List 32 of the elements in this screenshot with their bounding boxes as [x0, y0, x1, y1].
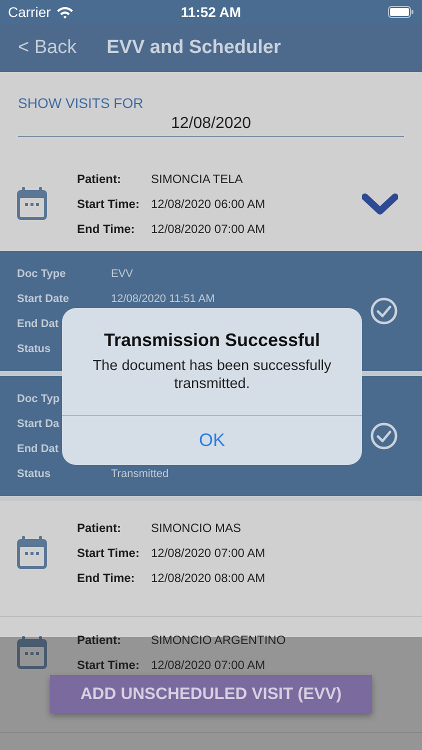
- field-label: Patient:: [77, 632, 122, 646]
- field-label: Start Date: [17, 292, 70, 304]
- filter-label: SHOW VISITS FOR: [18, 95, 144, 111]
- field-label: End Time:: [77, 570, 136, 584]
- clock-time: 11:52 AM: [180, 4, 242, 20]
- field-label: Start Da: [17, 418, 60, 430]
- field-label: Status: [17, 468, 52, 480]
- field-label: Start Time:: [77, 658, 140, 672]
- field-label: End Time:: [77, 222, 136, 236]
- field-label: Start Time:: [77, 196, 140, 210]
- carrier-label: Carrier: [8, 4, 51, 20]
- field-value: 12/08/2020 07:00 AM: [151, 546, 266, 560]
- field-value: 12/08/2020 07:00 AM: [151, 222, 266, 236]
- field-label: Patient:: [77, 172, 122, 186]
- field-label: End Dat: [17, 442, 60, 454]
- screen-title: EVV and Scheduler: [106, 37, 281, 59]
- field-value: 12/08/2020 06:00 AM: [151, 196, 266, 210]
- field-label: Doc Typ: [17, 392, 61, 404]
- alert-title: Transmission Successful: [104, 330, 320, 351]
- field-label: End Dat: [17, 318, 60, 330]
- field-value: 12/08/2020 11:51 AM: [111, 292, 215, 304]
- field-value: Transmitted: [111, 468, 169, 480]
- field-value: SIMONCIO MAS: [151, 520, 242, 534]
- field-label: Start Time:: [77, 546, 140, 560]
- field-value: EVV: [111, 268, 134, 280]
- field-label: Status: [17, 342, 52, 354]
- field-value: SIMONCIA TELA: [151, 172, 243, 186]
- field-label: Patient:: [77, 520, 122, 534]
- field-label: Doc Type: [17, 268, 67, 280]
- field-value: SIMONCIO ARGENTINO: [151, 632, 286, 646]
- field-value: 12/08/2020 08:00 AM: [151, 570, 266, 584]
- field-value: 12/08/2020 07:00 AM: [151, 658, 266, 672]
